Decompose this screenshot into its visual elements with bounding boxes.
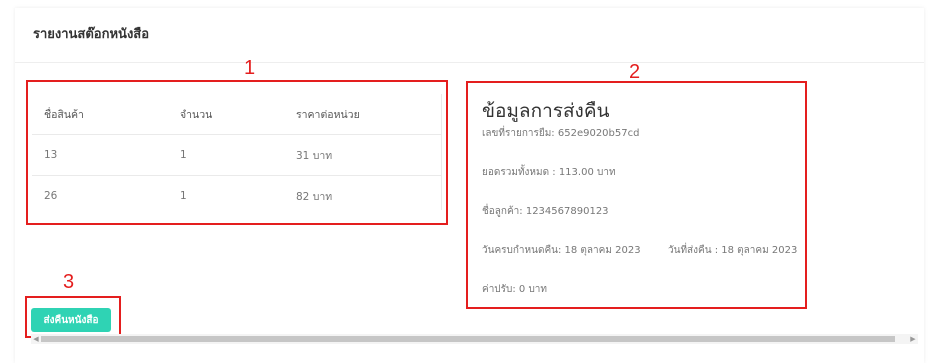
horizontal-scrollbar[interactable]: ◀ ▶ bbox=[31, 334, 918, 344]
table-divider bbox=[441, 94, 442, 210]
return-info-title: ข้อมูลการส่งคืน bbox=[482, 100, 610, 122]
annotation-number-3: 3 bbox=[63, 271, 75, 293]
card-header: รายงานสต๊อกหนังสือ bbox=[15, 10, 924, 63]
scrollbar-thumb[interactable] bbox=[41, 336, 895, 342]
column-header-name: ชื่อสินค้า bbox=[44, 108, 84, 121]
total-amount: ยอดรวมทั้งหมด : 113.00 บาท bbox=[482, 167, 616, 178]
due-date: วันครบกำหนดคืน: 18 ตุลาคม 2023 bbox=[482, 245, 641, 256]
annotation-number-1: 1 bbox=[244, 57, 256, 79]
items-table: ชื่อสินค้า จำนวน ราคาต่อหน่วย 13 1 31 บา… bbox=[32, 94, 442, 216]
chevron-right-icon[interactable]: ▶ bbox=[908, 334, 918, 344]
column-header-quantity: จำนวน bbox=[180, 108, 213, 121]
fine-amount: ค่าปรับ: 0 บาท bbox=[482, 284, 548, 295]
return-date: วันที่ส่งคืน : 18 ตุลาคม 2023 bbox=[668, 245, 798, 256]
cell-unit-price: 82 บาท bbox=[284, 175, 442, 216]
cell-quantity: 1 bbox=[168, 134, 284, 176]
cell-unit-price: 31 บาท bbox=[284, 134, 442, 176]
cell-name: 26 bbox=[32, 175, 168, 216]
chevron-left-icon[interactable]: ◀ bbox=[31, 334, 41, 344]
page-title: รายงานสต๊อกหนังสือ bbox=[33, 27, 150, 42]
customer-name: ชื่อลูกค้า: 1234567890123 bbox=[482, 206, 609, 217]
cell-quantity: 1 bbox=[168, 175, 284, 216]
annotation-number-2: 2 bbox=[629, 61, 641, 83]
table-row: 13 1 31 บาท bbox=[32, 134, 442, 176]
borrow-id: เลขที่รายการยืม: 652e9020b57cd bbox=[482, 128, 640, 139]
return-book-button[interactable]: ส่งคืนหนังสือ bbox=[31, 308, 111, 332]
column-header-unit-price: ราคาต่อหน่วย bbox=[296, 108, 360, 121]
table-header-row: ชื่อสินค้า จำนวน ราคาต่อหน่วย bbox=[32, 94, 442, 135]
table-row: 26 1 82 บาท bbox=[32, 175, 442, 216]
cell-name: 13 bbox=[32, 134, 168, 176]
